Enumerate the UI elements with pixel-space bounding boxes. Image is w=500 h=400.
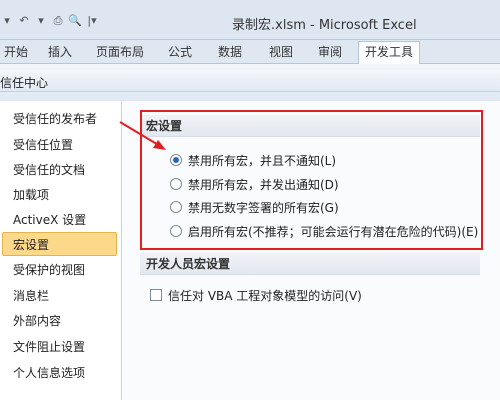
radio-disable-no-notify[interactable]: 禁用所有宏，并且不通知(L) [170, 151, 336, 169]
preview-icon[interactable]: 🔍 [68, 14, 82, 28]
settings-panel [122, 101, 500, 400]
checkbox-label: 信任对 VBA 工程对象模型的访问(V) [168, 288, 362, 303]
excel-icon[interactable]: ▾ [0, 14, 14, 28]
option-label: 启用所有宏(不推荐；可能会运行有潜在危险的代码)(E) [188, 224, 479, 239]
print-icon[interactable]: ⎙ [51, 14, 65, 28]
nav-item-activex-settings[interactable]: ActiveX 设置 [2, 208, 117, 232]
nav-item-trusted-publishers[interactable]: 受信任的发布者 [2, 107, 117, 131]
nav-item-protected-view[interactable]: 受保护的视图 [2, 258, 117, 282]
tab-page-layout[interactable]: 页面布局 [96, 44, 144, 64]
trust-center-header: 信任中心 [0, 70, 500, 92]
trust-center-title: 信任中心 [0, 76, 49, 90]
nav-item-message-bar[interactable]: 消息栏 [2, 284, 117, 308]
nav-item-file-block-settings[interactable]: 文件阻止设置 [2, 335, 117, 359]
window-title: 录制宏.xlsm - Microsoft Excel [232, 18, 417, 33]
radio-icon[interactable] [170, 225, 182, 237]
dropdown-icon[interactable]: ▾ [34, 14, 48, 28]
tab-insert[interactable]: 插入 [48, 44, 72, 64]
nav-item-privacy-options[interactable]: 个人信息选项 [2, 361, 117, 385]
trust-center-nav: 受信任的发布者 受信任位置 受信任的文档 加载项 ActiveX 设置 宏设置 … [0, 101, 122, 400]
radio-icon[interactable] [170, 201, 182, 213]
undo-icon[interactable]: ↶ [17, 14, 31, 28]
nav-item-addins[interactable]: 加载项 [2, 183, 117, 207]
tab-home[interactable]: 开始 [4, 44, 28, 64]
option-label: 禁用无数字签署的所有宏(G) [188, 200, 339, 215]
title-bar: ▾ ↶ ▾ ⎙ 🔍 |▾ 录制宏.xlsm - Microsoft Excel [0, 0, 500, 40]
radio-enable-all[interactable]: 启用所有宏(不推荐；可能会运行有潜在危险的代码)(E) [170, 222, 478, 240]
checkbox-icon[interactable] [150, 289, 162, 301]
tab-view[interactable]: 视图 [269, 44, 293, 64]
radio-icon[interactable] [170, 178, 182, 190]
tab-data[interactable]: 数据 [218, 44, 242, 64]
tab-formulas[interactable]: 公式 [168, 44, 192, 64]
developer-settings-heading: 开发人员宏设置 [140, 253, 480, 275]
nav-item-external-content[interactable]: 外部内容 [2, 309, 117, 333]
nav-item-trusted-locations[interactable]: 受信任位置 [2, 133, 117, 157]
option-label: 禁用所有宏，并发出通知(D) [188, 177, 339, 192]
ribbon-tab-bar: 开始 插入 页面布局 公式 数据 视图 审阅 开发工具 [0, 40, 500, 64]
radio-disable-with-notify[interactable]: 禁用所有宏，并发出通知(D) [170, 175, 339, 193]
macro-settings-heading: 宏设置 [140, 115, 480, 137]
tab-review[interactable]: 审阅 [318, 44, 342, 64]
tab-developer[interactable]: 开发工具 [358, 41, 421, 64]
quick-access-toolbar: ▾ ↶ ▾ ⎙ 🔍 |▾ [0, 13, 99, 29]
nav-item-macro-settings[interactable]: 宏设置 [2, 232, 117, 256]
customize-icon[interactable]: |▾ [85, 14, 99, 28]
radio-selected-icon[interactable] [170, 154, 182, 166]
option-label: 禁用所有宏，并且不通知(L) [188, 153, 337, 168]
checkbox-trust-vba[interactable]: 信任对 VBA 工程对象模型的访问(V) [150, 286, 362, 304]
nav-item-trusted-documents[interactable]: 受信任的文档 [2, 158, 117, 182]
radio-disable-unsigned[interactable]: 禁用无数字签署的所有宏(G) [170, 198, 339, 216]
